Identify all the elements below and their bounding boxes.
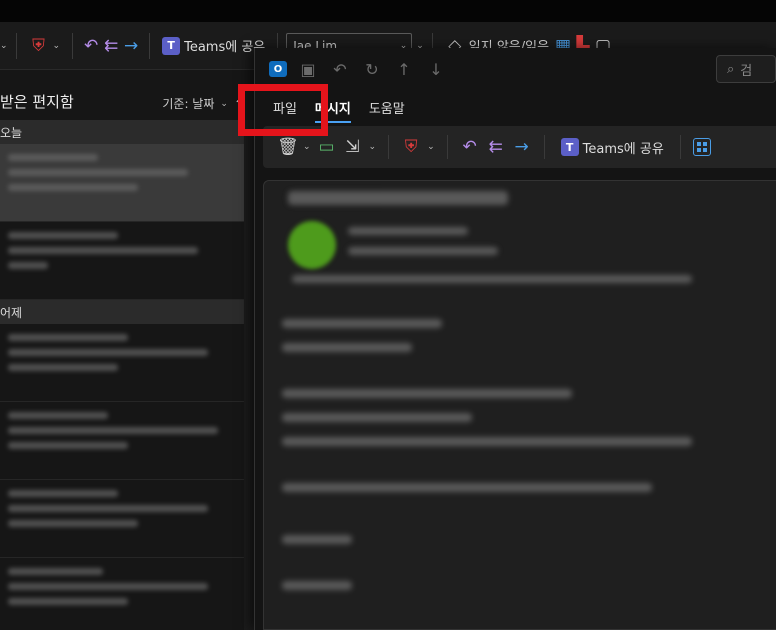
chevron-down-icon[interactable]: ⌄	[303, 142, 311, 152]
search-icon: ⌕	[727, 61, 735, 77]
message-ribbon: 🗑 ⌄ ▭ ⇲ ⌄ ⛨ ⌄ ↶ ⇇ → T Teams에 공유	[263, 126, 776, 168]
save-icon[interactable]: ▣	[297, 60, 319, 79]
forward-icon[interactable]: →	[121, 36, 141, 56]
outlook-icon: O	[269, 61, 287, 77]
reply-all-icon[interactable]: ⇇	[101, 36, 121, 56]
teams-icon: T	[162, 36, 181, 55]
apps-icon[interactable]	[692, 138, 711, 156]
message-list: 받은 편지함 기준: 날짜 ⌄ ↑ 오늘 어제	[0, 70, 254, 630]
move-icon[interactable]: ⇲	[343, 137, 363, 157]
info-bar	[292, 275, 692, 283]
message-list-header: 받은 편지함 기준: 날짜 ⌄ ↑	[0, 70, 254, 120]
reply-icon[interactable]: ↶	[81, 36, 101, 56]
chevron-down-icon: ⌄	[52, 40, 61, 51]
chevron-down-icon: ⌄	[220, 98, 228, 109]
divider	[72, 32, 74, 59]
title-bar: O ▣ ↶ ↻ ↑ ↓ ⌕ 검	[255, 48, 776, 90]
body-line	[282, 483, 652, 492]
avatar	[288, 221, 336, 269]
sort-control[interactable]: 기준: 날짜 ⌄ ↑	[162, 95, 244, 112]
shield-icon[interactable]: ⛨	[401, 137, 421, 157]
chevron-down-icon[interactable]: ⌄	[369, 142, 377, 152]
reading-pane	[263, 180, 776, 630]
message-window: O ▣ ↶ ↻ ↑ ↓ ⌕ 검 파일 메시지 도움말 🗑 ⌄ ▭ ⇲ ⌄ ⛨ ⌄…	[254, 48, 776, 630]
divider	[149, 32, 151, 59]
teams-label: Teams에 공유	[582, 141, 664, 157]
body-line	[282, 535, 352, 544]
list-item[interactable]	[0, 402, 244, 480]
body-line	[282, 343, 412, 352]
body-line	[282, 389, 572, 398]
body-line	[282, 413, 472, 422]
menu-bar: 파일 메시지 도움말	[255, 90, 776, 124]
list-item[interactable]	[0, 144, 244, 222]
group-header-yesterday[interactable]: 어제	[0, 300, 244, 324]
divider	[388, 135, 390, 159]
shield-icon: ⛨	[32, 35, 45, 56]
report-button[interactable]: ⛨ ⌄	[25, 31, 65, 61]
divider	[446, 135, 448, 159]
message-subject	[288, 191, 508, 205]
archive-icon[interactable]: ▭	[317, 137, 337, 157]
forward-icon[interactable]: →	[512, 137, 532, 157]
highlight-box	[238, 84, 328, 136]
tab-help[interactable]: 도움말	[369, 98, 405, 117]
folder-title: 받은 편지함	[0, 93, 74, 111]
share-to-teams-button[interactable]: T Teams에 공유	[158, 31, 269, 61]
list-item[interactable]	[0, 324, 244, 402]
chevron-down-icon[interactable]: ⌄	[0, 41, 8, 51]
body-line	[282, 581, 352, 590]
chevron-down-icon[interactable]: ⌄	[427, 142, 435, 152]
body-line	[282, 437, 692, 446]
search-placeholder: 검	[740, 63, 753, 79]
reply-icon[interactable]: ↶	[460, 137, 480, 157]
sender-info	[348, 227, 468, 235]
arrow-down-icon[interactable]: ↓	[425, 60, 447, 79]
delete-icon[interactable]: 🗑	[277, 137, 299, 157]
reply-all-icon[interactable]: ⇇	[486, 137, 506, 157]
search-input[interactable]: ⌕ 검	[716, 55, 776, 83]
list-item[interactable]	[0, 480, 244, 558]
list-scrollbar[interactable]	[244, 120, 254, 630]
share-to-teams-button[interactable]: T Teams에 공유	[557, 132, 668, 162]
teams-icon: T	[560, 138, 579, 156]
sender-info	[348, 247, 498, 255]
sort-label: 기준: 날짜	[162, 97, 215, 111]
list-item[interactable]	[0, 558, 244, 630]
divider	[679, 135, 681, 159]
divider	[15, 32, 17, 59]
group-header-today[interactable]: 오늘	[0, 120, 244, 144]
divider	[543, 135, 545, 159]
redo-icon[interactable]: ↻	[361, 60, 383, 79]
undo-icon[interactable]: ↶	[329, 60, 351, 79]
arrow-up-icon[interactable]: ↑	[393, 60, 415, 79]
list-item[interactable]	[0, 222, 244, 300]
window-top-strip	[0, 0, 776, 22]
body-line	[282, 319, 442, 328]
